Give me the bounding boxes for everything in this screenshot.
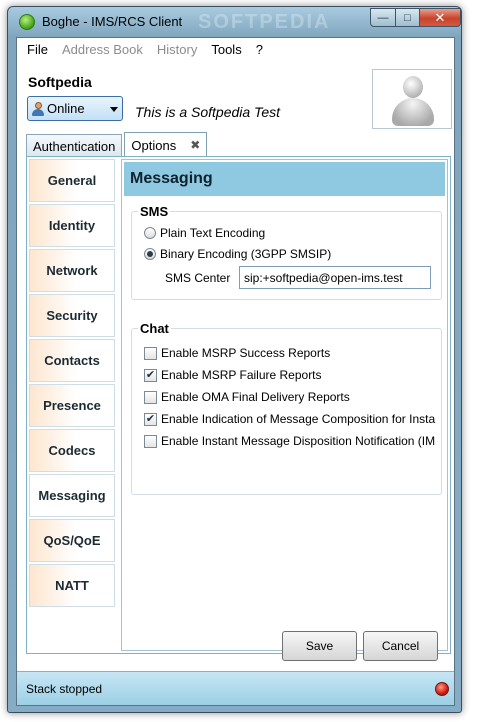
checkbox-icon xyxy=(144,434,157,448)
app-logo-icon xyxy=(19,14,35,30)
close-tab-icon[interactable]: ✖ xyxy=(190,138,200,152)
checkbox-msrp-failure-reports[interactable]: ✔ Enable MSRP Failure Reports xyxy=(144,368,448,382)
tab-authentication[interactable]: Authentication xyxy=(26,134,123,157)
menu-file[interactable]: File xyxy=(20,42,55,57)
messaging-settings: Messaging SMS Plain Text Encoding Binary… xyxy=(121,159,448,651)
avatar-person-icon xyxy=(403,76,423,98)
title-bar[interactable]: Boghe - IMS/RCS Client SOFTPEDIA — □ ✕ xyxy=(8,7,461,35)
sms-group-title: SMS xyxy=(138,204,171,219)
checkbox-imdn[interactable]: Enable Instant Message Disposition Notif… xyxy=(144,434,448,448)
window-title: Boghe - IMS/RCS Client xyxy=(42,14,183,29)
tab-label: Options xyxy=(131,137,177,153)
radio-plain-text-encoding[interactable]: Plain Text Encoding xyxy=(144,226,265,240)
close-icon: ✕ xyxy=(434,9,446,25)
close-window-button[interactable]: ✕ xyxy=(419,8,461,27)
status-text: Stack stopped xyxy=(26,682,103,696)
minimize-button[interactable]: — xyxy=(370,8,396,27)
tab-label: Authentication xyxy=(33,138,116,154)
options-panel: General Identity Network Security Contac… xyxy=(26,156,451,654)
app-window: Boghe - IMS/RCS Client SOFTPEDIA — □ ✕ F… xyxy=(7,6,462,713)
menu-history[interactable]: History xyxy=(150,42,204,57)
cancel-button[interactable]: Cancel xyxy=(363,631,438,661)
tab-options[interactable]: Options ✖ xyxy=(124,132,208,157)
menu-address-book[interactable]: Address Book xyxy=(55,42,150,57)
checkbox-icon xyxy=(144,390,157,404)
free-text-note[interactable]: This is a Softpedia Test xyxy=(135,104,280,120)
sidebar-item-contacts[interactable]: Contacts xyxy=(29,339,115,382)
checkbox-label: Enable Instant Message Disposition Notif… xyxy=(161,434,436,448)
sidebar-item-general[interactable]: General xyxy=(29,159,115,202)
sidebar-item-presence[interactable]: Presence xyxy=(29,384,115,427)
maximize-button[interactable]: □ xyxy=(395,8,420,27)
connection-status-icon xyxy=(435,682,449,696)
presence-status-value: Online xyxy=(47,101,85,116)
profile-name: Softpedia xyxy=(28,74,92,90)
sidebar-item-codecs[interactable]: Codecs xyxy=(29,429,115,472)
avatar[interactable] xyxy=(372,69,452,129)
checkbox-oma-final-delivery-reports[interactable]: Enable OMA Final Delivery Reports xyxy=(144,390,448,404)
checkbox-label: Enable OMA Final Delivery Reports xyxy=(161,390,350,404)
checkbox-icon xyxy=(144,346,157,360)
sidebar-item-messaging[interactable]: Messaging xyxy=(29,474,115,517)
maximize-icon: □ xyxy=(404,11,411,24)
chat-group-title: Chat xyxy=(138,321,171,336)
menu-tools[interactable]: Tools xyxy=(204,42,248,57)
chat-group: Chat Enable MSRP Success Reports ✔ Enabl… xyxy=(131,321,442,495)
client-area: File Address Book History Tools ? Softpe… xyxy=(16,37,455,706)
chevron-down-icon xyxy=(110,107,118,112)
radio-label: Binary Encoding (3GPP SMSIP) xyxy=(160,247,332,261)
sidebar-item-natt[interactable]: NATT xyxy=(29,564,115,607)
radio-button-icon xyxy=(144,227,156,239)
radio-label: Plain Text Encoding xyxy=(160,226,266,240)
sidebar-item-security[interactable]: Security xyxy=(29,294,115,337)
options-sidebar: General Identity Network Security Contac… xyxy=(29,159,115,609)
save-button[interactable]: Save xyxy=(282,631,357,661)
sidebar-item-network[interactable]: Network xyxy=(29,249,115,292)
presence-status-dropdown[interactable]: Online xyxy=(27,96,123,121)
tab-strip: Authentication Options ✖ xyxy=(26,132,209,157)
menu-bar: File Address Book History Tools ? xyxy=(17,38,454,60)
user-status-icon xyxy=(32,101,44,116)
checkbox-label: Enable Indication of Message Composition… xyxy=(161,412,436,426)
sms-center-label: SMS Center xyxy=(165,271,231,285)
checkmark-icon: ✔ xyxy=(144,412,157,426)
checkbox-label: Enable MSRP Failure Reports xyxy=(161,368,322,382)
watermark: SOFTPEDIA xyxy=(198,11,331,33)
checkbox-message-composition-indication[interactable]: ✔ Enable Indication of Message Compositi… xyxy=(144,412,448,426)
status-bar: Stack stopped xyxy=(17,671,454,705)
sms-center-input[interactable]: sip:+softpedia@open-ims.test xyxy=(239,266,431,289)
sidebar-item-qos-qoe[interactable]: QoS/QoE xyxy=(29,519,115,562)
checkbox-msrp-success-reports[interactable]: Enable MSRP Success Reports xyxy=(144,346,448,360)
sms-group: SMS Plain Text Encoding Binary Encoding … xyxy=(131,204,442,300)
minimize-icon: — xyxy=(377,11,389,24)
radio-button-selected-icon xyxy=(144,248,156,260)
checkbox-label: Enable MSRP Success Reports xyxy=(161,346,331,360)
section-header: Messaging xyxy=(124,162,445,196)
radio-binary-encoding[interactable]: Binary Encoding (3GPP SMSIP) xyxy=(144,247,331,261)
checkmark-icon: ✔ xyxy=(144,368,157,382)
sidebar-item-identity[interactable]: Identity xyxy=(29,204,115,247)
menu-help[interactable]: ? xyxy=(249,42,270,57)
